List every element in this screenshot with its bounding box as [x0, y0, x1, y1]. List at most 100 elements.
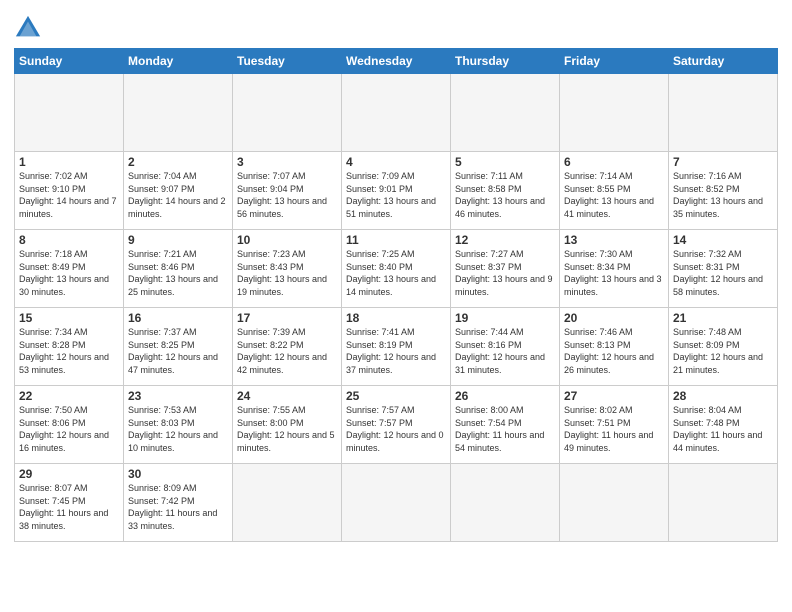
day-info: Sunrise: 8:04 AMSunset: 7:48 PMDaylight:…: [673, 404, 773, 454]
day-number: 4: [346, 155, 446, 169]
calendar-cell: 18Sunrise: 7:41 AMSunset: 8:19 PMDayligh…: [342, 308, 451, 386]
calendar-cell: 24Sunrise: 7:55 AMSunset: 8:00 PMDayligh…: [233, 386, 342, 464]
calendar-cell: 14Sunrise: 7:32 AMSunset: 8:31 PMDayligh…: [669, 230, 778, 308]
day-info: Sunrise: 7:57 AMSunset: 7:57 PMDaylight:…: [346, 404, 446, 454]
day-info: Sunrise: 7:23 AMSunset: 8:43 PMDaylight:…: [237, 248, 337, 298]
day-info: Sunrise: 8:07 AMSunset: 7:45 PMDaylight:…: [19, 482, 119, 532]
calendar-cell: [560, 74, 669, 152]
day-info: Sunrise: 7:44 AMSunset: 8:16 PMDaylight:…: [455, 326, 555, 376]
day-info: Sunrise: 7:14 AMSunset: 8:55 PMDaylight:…: [564, 170, 664, 220]
calendar-day-header: Wednesday: [342, 49, 451, 74]
day-info: Sunrise: 7:55 AMSunset: 8:00 PMDaylight:…: [237, 404, 337, 454]
day-number: 29: [19, 467, 119, 481]
calendar-cell: [342, 464, 451, 542]
day-info: Sunrise: 7:11 AMSunset: 8:58 PMDaylight:…: [455, 170, 555, 220]
calendar-cell: 22Sunrise: 7:50 AMSunset: 8:06 PMDayligh…: [15, 386, 124, 464]
day-info: Sunrise: 7:37 AMSunset: 8:25 PMDaylight:…: [128, 326, 228, 376]
day-info: Sunrise: 7:16 AMSunset: 8:52 PMDaylight:…: [673, 170, 773, 220]
day-number: 8: [19, 233, 119, 247]
calendar-cell: 3Sunrise: 7:07 AMSunset: 9:04 PMDaylight…: [233, 152, 342, 230]
calendar-cell: 2Sunrise: 7:04 AMSunset: 9:07 PMDaylight…: [124, 152, 233, 230]
day-number: 2: [128, 155, 228, 169]
calendar-cell: 21Sunrise: 7:48 AMSunset: 8:09 PMDayligh…: [669, 308, 778, 386]
calendar-cell: [233, 74, 342, 152]
day-number: 19: [455, 311, 555, 325]
day-number: 15: [19, 311, 119, 325]
header: [14, 10, 778, 42]
calendar-cell: 5Sunrise: 7:11 AMSunset: 8:58 PMDaylight…: [451, 152, 560, 230]
calendar-cell: 25Sunrise: 7:57 AMSunset: 7:57 PMDayligh…: [342, 386, 451, 464]
day-number: 7: [673, 155, 773, 169]
calendar-cell: [342, 74, 451, 152]
day-number: 5: [455, 155, 555, 169]
day-info: Sunrise: 7:30 AMSunset: 8:34 PMDaylight:…: [564, 248, 664, 298]
calendar-header-row: SundayMondayTuesdayWednesdayThursdayFrid…: [15, 49, 778, 74]
calendar-week-row: 8Sunrise: 7:18 AMSunset: 8:49 PMDaylight…: [15, 230, 778, 308]
calendar-week-row: [15, 74, 778, 152]
day-info: Sunrise: 7:32 AMSunset: 8:31 PMDaylight:…: [673, 248, 773, 298]
calendar-cell: 13Sunrise: 7:30 AMSunset: 8:34 PMDayligh…: [560, 230, 669, 308]
day-info: Sunrise: 7:34 AMSunset: 8:28 PMDaylight:…: [19, 326, 119, 376]
calendar-cell: 23Sunrise: 7:53 AMSunset: 8:03 PMDayligh…: [124, 386, 233, 464]
calendar-cell: 26Sunrise: 8:00 AMSunset: 7:54 PMDayligh…: [451, 386, 560, 464]
day-number: 28: [673, 389, 773, 403]
calendar-day-header: Monday: [124, 49, 233, 74]
calendar-cell: 15Sunrise: 7:34 AMSunset: 8:28 PMDayligh…: [15, 308, 124, 386]
calendar-cell: [451, 464, 560, 542]
day-number: 3: [237, 155, 337, 169]
calendar-cell: [560, 464, 669, 542]
day-number: 12: [455, 233, 555, 247]
calendar-week-row: 22Sunrise: 7:50 AMSunset: 8:06 PMDayligh…: [15, 386, 778, 464]
day-info: Sunrise: 7:50 AMSunset: 8:06 PMDaylight:…: [19, 404, 119, 454]
day-info: Sunrise: 7:25 AMSunset: 8:40 PMDaylight:…: [346, 248, 446, 298]
day-number: 14: [673, 233, 773, 247]
day-number: 13: [564, 233, 664, 247]
calendar-day-header: Tuesday: [233, 49, 342, 74]
day-number: 17: [237, 311, 337, 325]
page: SundayMondayTuesdayWednesdayThursdayFrid…: [0, 0, 792, 612]
calendar-cell: 27Sunrise: 8:02 AMSunset: 7:51 PMDayligh…: [560, 386, 669, 464]
day-info: Sunrise: 7:41 AMSunset: 8:19 PMDaylight:…: [346, 326, 446, 376]
day-info: Sunrise: 7:46 AMSunset: 8:13 PMDaylight:…: [564, 326, 664, 376]
day-number: 10: [237, 233, 337, 247]
day-number: 27: [564, 389, 664, 403]
day-number: 24: [237, 389, 337, 403]
calendar-cell: 11Sunrise: 7:25 AMSunset: 8:40 PMDayligh…: [342, 230, 451, 308]
day-number: 6: [564, 155, 664, 169]
calendar-day-header: Saturday: [669, 49, 778, 74]
calendar-cell: 8Sunrise: 7:18 AMSunset: 8:49 PMDaylight…: [15, 230, 124, 308]
calendar-week-row: 29Sunrise: 8:07 AMSunset: 7:45 PMDayligh…: [15, 464, 778, 542]
day-number: 16: [128, 311, 228, 325]
day-info: Sunrise: 7:39 AMSunset: 8:22 PMDaylight:…: [237, 326, 337, 376]
calendar-cell: 28Sunrise: 8:04 AMSunset: 7:48 PMDayligh…: [669, 386, 778, 464]
calendar-cell: 9Sunrise: 7:21 AMSunset: 8:46 PMDaylight…: [124, 230, 233, 308]
calendar-day-header: Thursday: [451, 49, 560, 74]
calendar-cell: 1Sunrise: 7:02 AMSunset: 9:10 PMDaylight…: [15, 152, 124, 230]
day-number: 9: [128, 233, 228, 247]
day-info: Sunrise: 7:53 AMSunset: 8:03 PMDaylight:…: [128, 404, 228, 454]
calendar-cell: 17Sunrise: 7:39 AMSunset: 8:22 PMDayligh…: [233, 308, 342, 386]
day-info: Sunrise: 7:02 AMSunset: 9:10 PMDaylight:…: [19, 170, 119, 220]
day-info: Sunrise: 8:02 AMSunset: 7:51 PMDaylight:…: [564, 404, 664, 454]
day-number: 21: [673, 311, 773, 325]
day-info: Sunrise: 7:09 AMSunset: 9:01 PMDaylight:…: [346, 170, 446, 220]
day-info: Sunrise: 7:04 AMSunset: 9:07 PMDaylight:…: [128, 170, 228, 220]
calendar-cell: 16Sunrise: 7:37 AMSunset: 8:25 PMDayligh…: [124, 308, 233, 386]
day-info: Sunrise: 7:21 AMSunset: 8:46 PMDaylight:…: [128, 248, 228, 298]
calendar-day-header: Sunday: [15, 49, 124, 74]
day-info: Sunrise: 7:27 AMSunset: 8:37 PMDaylight:…: [455, 248, 555, 298]
calendar-week-row: 1Sunrise: 7:02 AMSunset: 9:10 PMDaylight…: [15, 152, 778, 230]
day-number: 11: [346, 233, 446, 247]
day-number: 1: [19, 155, 119, 169]
calendar-cell: 6Sunrise: 7:14 AMSunset: 8:55 PMDaylight…: [560, 152, 669, 230]
calendar-cell: 4Sunrise: 7:09 AMSunset: 9:01 PMDaylight…: [342, 152, 451, 230]
calendar-day-header: Friday: [560, 49, 669, 74]
calendar-cell: 7Sunrise: 7:16 AMSunset: 8:52 PMDaylight…: [669, 152, 778, 230]
calendar-week-row: 15Sunrise: 7:34 AMSunset: 8:28 PMDayligh…: [15, 308, 778, 386]
calendar-cell: [124, 74, 233, 152]
logo-icon: [14, 14, 42, 42]
calendar-cell: [15, 74, 124, 152]
calendar-cell: 12Sunrise: 7:27 AMSunset: 8:37 PMDayligh…: [451, 230, 560, 308]
calendar-cell: 20Sunrise: 7:46 AMSunset: 8:13 PMDayligh…: [560, 308, 669, 386]
logo: [14, 14, 46, 42]
